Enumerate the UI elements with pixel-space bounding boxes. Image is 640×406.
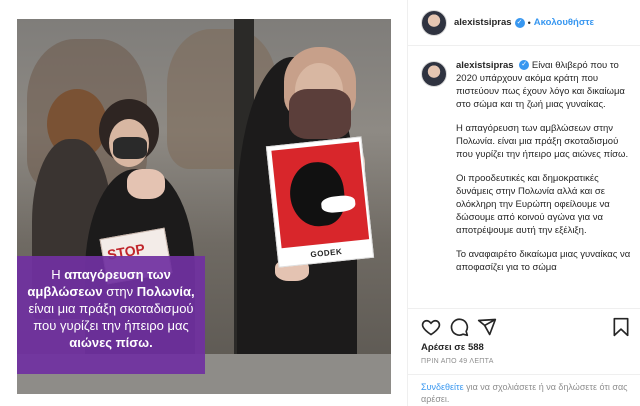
caption-part: είναι μια πράξη σκοταδισμού που γυρίζει … — [28, 301, 194, 333]
bookmark-icon[interactable] — [611, 317, 631, 337]
separator-dot: • — [527, 17, 531, 28]
avatar[interactable] — [421, 61, 447, 87]
caption-part: στην — [102, 284, 137, 299]
action-bar — [408, 308, 640, 342]
comment-paragraph: Το αναφαιρέτο δικαίωμα μιας γυναίκας να … — [456, 249, 631, 273]
comment-username[interactable]: alexistsipras — [456, 60, 514, 71]
post-side-panel: alexistsipras ✓ • Ακολουθήστε alexistsip… — [407, 0, 640, 406]
login-prompt: Συνδεθείτε για να σχολιάσετε ή να δηλώσε… — [408, 374, 640, 406]
follow-button[interactable]: Ακολουθήστε — [534, 17, 594, 28]
caption-bold: αιώνες πίσω. — [69, 335, 153, 350]
header-username[interactable]: alexistsipras — [454, 17, 512, 28]
caption-part: Η — [51, 267, 65, 282]
share-icon[interactable] — [477, 317, 497, 337]
caption-comment: alexistsipras ✓ Είναι θλιβερό που το 202… — [421, 59, 633, 274]
avatar[interactable] — [421, 9, 447, 36]
verified-badge-icon: ✓ — [514, 17, 525, 28]
silhouette-head — [286, 159, 348, 229]
sign-red-panel — [271, 141, 370, 249]
comment-body: alexistsipras ✓ Είναι θλιβερό που το 202… — [456, 59, 632, 274]
login-link[interactable]: Συνδεθείτε — [421, 382, 464, 392]
verified-badge-icon: ✓ — [519, 60, 530, 71]
heart-icon[interactable] — [421, 317, 441, 337]
protester-hands — [127, 169, 165, 199]
caption-bold: Πολωνία, — [136, 284, 195, 299]
comment-paragraph: Η απαγόρευση των αμβλώσεων στην Πολωνία.… — [456, 123, 629, 160]
comment-paragraph: Οι προοδευτικές και δημοκρατικές δυνάμει… — [456, 173, 610, 236]
post-header: alexistsipras ✓ • Ακολουθήστε — [408, 0, 640, 46]
comments-section[interactable]: alexistsipras ✓ Είναι θλιβερό που το 202… — [421, 59, 633, 309]
comment-icon[interactable] — [449, 317, 469, 337]
protest-sign: GODEK — [265, 136, 375, 268]
likes-count[interactable]: Αρέσει σε 588 — [421, 342, 484, 353]
scarf — [289, 89, 351, 139]
silhouette-mask — [320, 194, 357, 214]
face-mask — [113, 137, 147, 159]
caption-overlay: Η απαγόρευση των αμβλώσεων στην Πολωνία,… — [17, 256, 205, 374]
post-time[interactable]: ΠΡΙΝ ΑΠΟ 49 ΛΕΠΤΑ — [421, 358, 494, 365]
